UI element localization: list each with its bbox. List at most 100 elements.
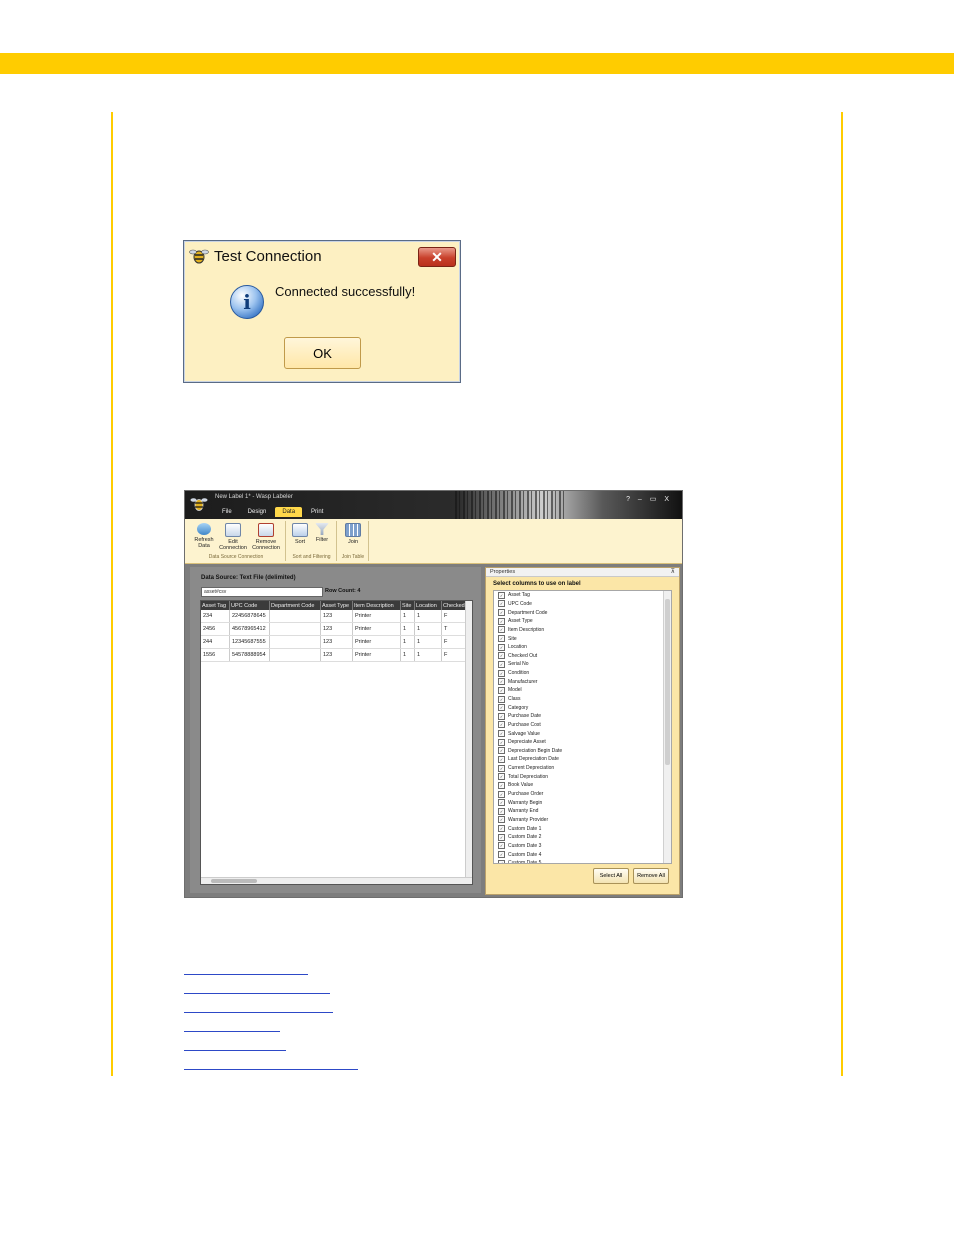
checkbox-checked-icon[interactable]: ✓ — [498, 859, 505, 863]
column-checkbox-item[interactable]: ✓ Checked Out — [494, 651, 671, 660]
column-checkbox-item[interactable]: ✓ Salvage Value — [494, 729, 671, 738]
column-checkbox-item[interactable]: ✓ Custom Date 2 — [494, 833, 671, 842]
checkbox-checked-icon[interactable]: ✓ — [498, 686, 505, 694]
checkbox-checked-icon[interactable]: ✓ — [498, 660, 505, 668]
checkbox-checked-icon[interactable]: ✓ — [498, 695, 505, 703]
scrollbar-thumb[interactable] — [211, 879, 257, 883]
column-checkbox-item[interactable]: ✓ Depreciation Begin Date — [494, 747, 671, 756]
join-button[interactable]: Join — [342, 523, 364, 545]
checkbox-checked-icon[interactable]: ✓ — [498, 635, 505, 643]
checkbox-checked-icon[interactable]: ✓ — [498, 842, 505, 850]
checkbox-checked-icon[interactable]: ✓ — [498, 738, 505, 746]
grid-col-header[interactable]: Department Code — [269, 601, 321, 610]
list-item-link[interactable] — [184, 1051, 358, 1070]
checkbox-checked-icon[interactable]: ✓ — [498, 721, 505, 729]
checkbox-checked-icon[interactable]: ✓ — [498, 851, 505, 859]
window-controls[interactable]: ? – ▭ X — [626, 495, 672, 503]
checkbox-checked-icon[interactable]: ✓ — [498, 833, 505, 841]
list-item-link[interactable] — [184, 1032, 286, 1051]
column-checkbox-item[interactable]: ✓ Model — [494, 686, 671, 695]
column-checkbox-item[interactable]: ✓ Purchase Order — [494, 790, 671, 799]
checkbox-checked-icon[interactable]: ✓ — [498, 747, 505, 755]
table-row[interactable]: 234 22456878645 123 Printer 1 1 F — [201, 610, 469, 623]
list-item-link[interactable] — [184, 1013, 280, 1032]
column-checkbox-item[interactable]: ✓ Custom Date 3 — [494, 842, 671, 851]
grid-horizontal-scrollbar[interactable] — [201, 877, 472, 884]
column-checkbox-item[interactable]: ✓ Custom Date 1 — [494, 824, 671, 833]
filter-button[interactable]: Filter — [312, 523, 332, 543]
checkbox-checked-icon[interactable]: ✓ — [498, 825, 505, 833]
column-checkbox-item[interactable]: ✓ Warranty Begin — [494, 798, 671, 807]
ok-button[interactable]: OK — [284, 337, 361, 369]
column-checkbox-item[interactable]: ✓ Asset Type — [494, 617, 671, 626]
checkbox-checked-icon[interactable]: ✓ — [498, 669, 505, 677]
checkbox-checked-icon[interactable]: ✓ — [498, 764, 505, 772]
close-button[interactable]: ✕ — [418, 247, 456, 267]
tab-design[interactable]: Design — [241, 507, 274, 517]
checkbox-checked-icon[interactable]: ✓ — [498, 781, 505, 789]
checkbox-checked-icon[interactable]: ✓ — [498, 755, 505, 763]
column-checkbox-item[interactable]: ✓ Condition — [494, 669, 671, 678]
checkbox-checked-icon[interactable]: ✓ — [498, 678, 505, 686]
table-row[interactable]: 244 12345687555 123 Printer 1 1 F — [201, 635, 469, 649]
column-checkbox-item[interactable]: ✓ Custom Date 4 — [494, 850, 671, 859]
grid-col-header[interactable]: UPC Code — [229, 601, 270, 610]
column-checkbox-item[interactable]: ✓ Department Code — [494, 608, 671, 617]
column-checkbox-item[interactable]: ✓ Total Depreciation — [494, 772, 671, 781]
column-checkbox-item[interactable]: ✓ Book Value — [494, 781, 671, 790]
grid-col-header[interactable]: Item Description — [352, 601, 401, 610]
checkbox-checked-icon[interactable]: ✓ — [498, 591, 505, 599]
list-item-link[interactable] — [184, 994, 333, 1013]
column-checkbox-item[interactable]: ✓ Site — [494, 634, 671, 643]
data-source-select[interactable]: asset#csv — [201, 587, 323, 597]
scrollbar-thumb[interactable] — [665, 599, 670, 765]
checkbox-checked-icon[interactable]: ✓ — [498, 730, 505, 738]
column-checkbox-item[interactable]: ✓ Manufacturer — [494, 677, 671, 686]
column-checkbox-item[interactable]: ✓ Purchase Cost — [494, 721, 671, 730]
column-checkbox-item[interactable]: ✓ Category — [494, 703, 671, 712]
checkbox-checked-icon[interactable]: ✓ — [498, 652, 505, 660]
tab-file[interactable]: File — [215, 507, 239, 517]
checkbox-checked-icon[interactable]: ✓ — [498, 773, 505, 781]
checkbox-checked-icon[interactable]: ✓ — [498, 712, 505, 720]
checkbox-checked-icon[interactable]: ✓ — [498, 816, 505, 824]
checkbox-checked-icon[interactable]: ✓ — [498, 704, 505, 712]
column-checkbox-item[interactable]: ✓ Serial No — [494, 660, 671, 669]
column-checkbox-item[interactable]: ✓ UPC Code — [494, 600, 671, 609]
edit-connection-button[interactable]: Edit Connection — [219, 523, 247, 551]
checkbox-checked-icon[interactable]: ✓ — [498, 617, 505, 625]
remove-all-button[interactable]: Remove All — [633, 868, 669, 884]
tab-data[interactable]: Data — [275, 507, 303, 517]
column-checkbox-item[interactable]: ✓ Class — [494, 695, 671, 704]
column-checkbox-item[interactable]: ✓ Custom Date 5 — [494, 859, 671, 863]
column-checkbox-item[interactable]: ✓ Last Depreciation Date — [494, 755, 671, 764]
checkbox-checked-icon[interactable]: ✓ — [498, 626, 505, 634]
checkbox-checked-icon[interactable]: ✓ — [498, 807, 505, 815]
checkbox-checked-icon[interactable]: ✓ — [498, 643, 505, 651]
column-checkbox-item[interactable]: ✓ Current Depreciation — [494, 764, 671, 773]
checkbox-checked-icon[interactable]: ✓ — [498, 600, 505, 608]
column-checkbox-item[interactable]: ✓ Purchase Date — [494, 712, 671, 721]
checkbox-checked-icon[interactable]: ✓ — [498, 609, 505, 617]
column-checkbox-item[interactable]: ✓ Location — [494, 643, 671, 652]
table-row[interactable]: 1556 54578888954 123 Printer 1 1 F — [201, 648, 469, 662]
grid-vertical-scrollbar[interactable] — [465, 601, 472, 884]
tab-print[interactable]: Print — [304, 507, 330, 517]
sort-button[interactable]: Sort — [290, 523, 310, 545]
table-row[interactable]: 2456 45678965412 123 Printer 1 1 T — [201, 622, 469, 636]
remove-connection-button[interactable]: Remove Connection — [250, 523, 282, 551]
grid-col-header[interactable]: Site — [400, 601, 415, 610]
column-checkbox-item[interactable]: ✓ Depreciate Asset — [494, 738, 671, 747]
grid-col-header[interactable]: Asset Type — [320, 601, 353, 610]
pin-icon[interactable]: ⊼ — [671, 568, 675, 577]
grid-col-header[interactable]: Asset Tag — [201, 601, 230, 610]
column-checkbox-item[interactable]: ✓ Warranty End — [494, 807, 671, 816]
checkbox-checked-icon[interactable]: ✓ — [498, 799, 505, 807]
select-all-button[interactable]: Select All — [593, 868, 629, 884]
column-checkbox-item[interactable]: ✓ Warranty Provider — [494, 816, 671, 825]
column-checkbox-item[interactable]: ✓ Item Description — [494, 626, 671, 635]
grid-col-header[interactable]: Location — [414, 601, 442, 610]
refresh-data-button[interactable]: Refresh Data — [190, 523, 218, 549]
checkbox-checked-icon[interactable]: ✓ — [498, 790, 505, 798]
checklist-scrollbar[interactable] — [663, 591, 671, 863]
